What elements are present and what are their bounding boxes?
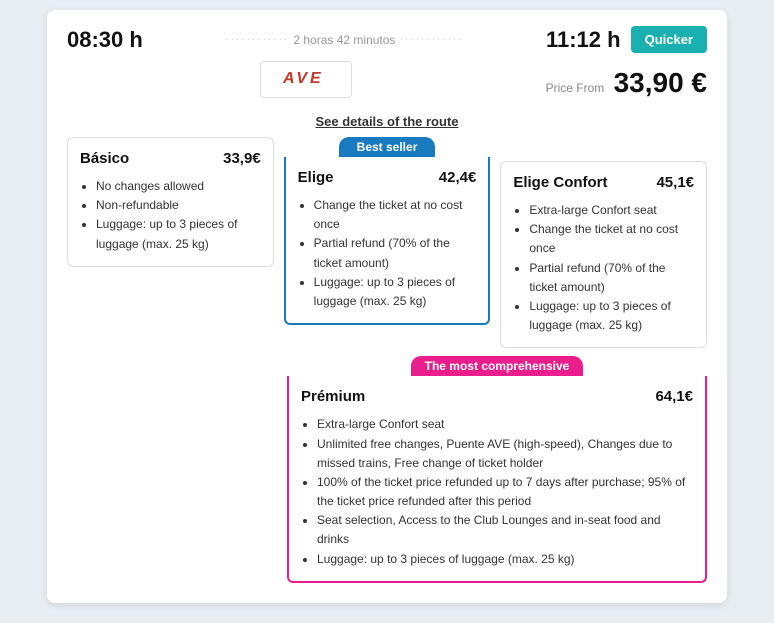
- price-from-row: Price From 33,90 €: [546, 67, 707, 99]
- elige-confort-card[interactable]: Elige Confort 45,1€ Extra-large Confort …: [500, 161, 707, 348]
- elige-confort-feature-1: Extra-large Confort seat: [529, 201, 694, 220]
- main-card: 08:30 h ············ 2 horas 42 minutos …: [47, 10, 727, 603]
- basico-price: 33,9€: [223, 150, 261, 167]
- basico-feature-2: Non-refundable: [96, 196, 261, 215]
- main-price: 33,90 €: [614, 67, 707, 98]
- premium-feature-2: Unlimited free changes, Puente AVE (high…: [317, 435, 693, 473]
- elige-name: Elige: [298, 169, 334, 186]
- plan-elige-col: Best seller Elige 42,4€ Change the ticke…: [284, 137, 491, 325]
- basico-header: Básico 33,9€: [80, 150, 261, 167]
- see-details-link[interactable]: See details of the route: [67, 114, 707, 129]
- elige-card[interactable]: Elige 42,4€ Change the ticket at no cost…: [284, 157, 491, 325]
- train-duration: ············ 2 horas 42 minutos ········…: [153, 33, 536, 47]
- premium-name: Prémium: [301, 388, 365, 405]
- elige-header: Elige 42,4€: [298, 169, 477, 186]
- ave-svg: AVE: [281, 66, 331, 88]
- most-comprehensive-badge: The most comprehensive: [287, 356, 707, 376]
- premium-price: 64,1€: [655, 388, 693, 405]
- duration-text: 2 horas 42 minutos: [293, 33, 395, 47]
- basico-card[interactable]: Básico 33,9€ No changes allowed Non-refu…: [67, 137, 274, 267]
- elige-price: 42,4€: [439, 169, 477, 186]
- premium-feature-1: Extra-large Confort seat: [317, 415, 693, 434]
- price-from-label: Price From: [546, 81, 605, 95]
- elige-feature-3: Luggage: up to 3 pieces of luggage (max.…: [314, 273, 477, 311]
- plan-elige-confort: Elige Confort 45,1€ Extra-large Confort …: [500, 137, 707, 348]
- elige-features: Change the ticket at no cost once Partia…: [298, 196, 477, 311]
- best-seller-label: Best seller: [339, 137, 436, 157]
- departure-time: 08:30 h: [67, 27, 143, 53]
- train-header: 08:30 h ············ 2 horas 42 minutos …: [67, 26, 707, 53]
- quicker-button[interactable]: Quicker: [631, 26, 707, 53]
- premium-card[interactable]: Prémium 64,1€ Extra-large Confort seat U…: [287, 376, 707, 583]
- best-seller-badge: Best seller: [284, 137, 491, 157]
- elige-confort-features: Extra-large Confort seat Change the tick…: [513, 201, 694, 335]
- spacer-left: [67, 348, 277, 583]
- premium-feature-3: 100% of the ticket price refunded up to …: [317, 473, 693, 511]
- plan-premium-col: The most comprehensive Prémium 64,1€ Ext…: [287, 348, 707, 583]
- premium-features: Extra-large Confort seat Unlimited free …: [301, 415, 693, 569]
- plan-basico: Básico 33,9€ No changes allowed Non-refu…: [67, 137, 274, 267]
- duration-dots-right: ············: [399, 34, 463, 45]
- premium-feature-5: Luggage: up to 3 pieces of luggage (max.…: [317, 550, 693, 569]
- elige-confort-feature-3: Partial refund (70% of the ticket amount…: [529, 259, 694, 297]
- arrival-time: 11:12 h: [546, 27, 621, 53]
- premium-header: Prémium 64,1€: [301, 388, 693, 405]
- elige-confort-feature-2: Change the ticket at no cost once: [529, 220, 694, 258]
- elige-feature-2: Partial refund (70% of the ticket amount…: [314, 234, 477, 272]
- basico-feature-3: Luggage: up to 3 pieces of luggage (max.…: [96, 215, 261, 253]
- ave-logo: AVE: [281, 66, 331, 93]
- duration-dots-left: ············: [225, 34, 289, 45]
- basico-features: No changes allowed Non-refundable Luggag…: [80, 177, 261, 254]
- elige-feature-1: Change the ticket at no cost once: [314, 196, 477, 234]
- basico-feature-1: No changes allowed: [96, 177, 261, 196]
- elige-confort-price: 45,1€: [656, 174, 694, 191]
- ave-logo-box: AVE: [260, 61, 352, 98]
- train-logo-row: AVE: [67, 61, 546, 98]
- elige-confort-name: Elige Confort: [513, 174, 607, 191]
- premium-feature-4: Seat selection, Access to the Club Loung…: [317, 511, 693, 549]
- most-comprehensive-label: The most comprehensive: [411, 356, 584, 376]
- basico-name: Básico: [80, 150, 129, 167]
- svg-text:AVE: AVE: [282, 70, 324, 87]
- elige-confort-feature-4: Luggage: up to 3 pieces of luggage (max.…: [529, 297, 694, 335]
- elige-confort-header: Elige Confort 45,1€: [513, 174, 694, 191]
